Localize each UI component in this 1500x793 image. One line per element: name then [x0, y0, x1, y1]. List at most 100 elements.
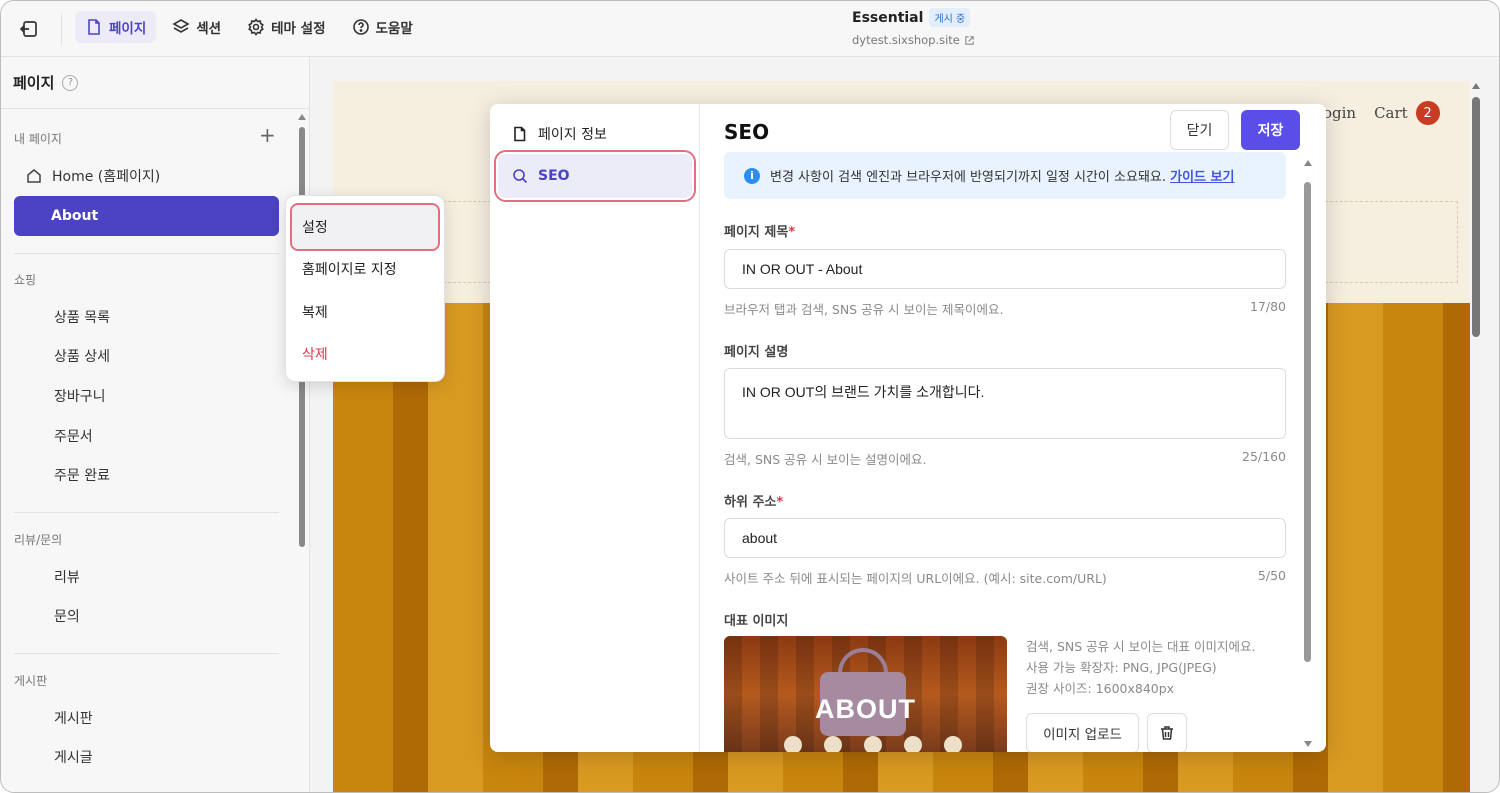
sidebar-item-label: 장바구니 — [54, 389, 106, 405]
menu-item-set-homepage[interactable]: 홈페이지로 지정 — [292, 247, 438, 291]
page-desc-input[interactable]: IN OR OUT의 브랜드 가치를 소개합니다. — [724, 368, 1286, 439]
sidebar-item-board[interactable]: 게시판 — [14, 698, 279, 738]
sidebar-item-label: 상품 목록 — [54, 310, 110, 326]
modal-nav-page-info-label: 페이지 정보 — [538, 127, 607, 143]
site-info: Essential 게시 중 dytest.sixshop.site — [852, 8, 975, 47]
sidebar-item-review[interactable]: 리뷰 — [14, 557, 279, 597]
tab-theme-settings[interactable]: 테마 설정 — [237, 11, 335, 43]
thumbnail-balls — [784, 736, 962, 752]
tab-section[interactable]: 섹션 — [162, 11, 231, 43]
tab-page-label: 페이지 — [109, 21, 147, 37]
sidebar-item-label: 게시글 — [54, 750, 93, 766]
exit-icon[interactable] — [15, 15, 43, 43]
sidebar-item-order-form[interactable]: 주문서 — [14, 416, 279, 456]
modal-scroll-down[interactable] — [1304, 741, 1312, 747]
sub-address-hint: 사이트 주소 뒤에 표시되는 페이지의 URL이에요. (예시: site.co… — [724, 571, 1107, 586]
sub-address-label-text: 하위 주소 — [724, 495, 777, 510]
external-link-icon — [965, 35, 974, 45]
help-icon[interactable]: ? — [62, 74, 79, 91]
sidebar-item-order-complete[interactable]: 주문 완료 — [14, 455, 279, 495]
info-banner: i 변경 사항이 검색 엔진과 브라우저에 반영되기까지 일정 시간이 소요돼요… — [724, 152, 1286, 199]
thumbnail-text: ABOUT — [815, 694, 916, 724]
sidebar-divider — [14, 253, 279, 254]
rep-image-info: 검색, SNS 공유 시 보이는 대표 이미지에요. 사용 가능 확장자: PN… — [1026, 636, 1256, 699]
sidebar-item-home[interactable]: Home (홈페이지) — [14, 156, 279, 196]
page-title-counter: 17/80 — [1249, 299, 1286, 314]
save-button[interactable]: 저장 — [1241, 110, 1300, 150]
review-label: 리뷰/문의 — [14, 533, 63, 547]
page-icon — [514, 126, 526, 142]
sidebar-scroll-up[interactable] — [298, 114, 306, 120]
page-context-menu: 설정 홈페이지로 지정 복제 삭제 — [285, 195, 445, 382]
seo-settings-modal: 페이지 정보 SEO SEO 닫기 저장 i 변경 사항이 검색 엔진과 브라우… — [490, 104, 1326, 752]
page-title-label-text: 페이지 제목 — [724, 225, 789, 240]
sidebar-item-about-label: About — [51, 208, 99, 224]
topbar-tabs: 페이지 섹션 테마 설정 도움말 — [75, 11, 423, 43]
cart-count-badge: 2 — [1415, 101, 1440, 125]
sidebar-item-label: 주문서 — [54, 429, 93, 445]
menu-item-settings[interactable]: 설정 — [290, 203, 440, 251]
guide-link[interactable]: 가이드 보기 — [1170, 170, 1234, 185]
required-mark: * — [788, 225, 796, 240]
status-badge: 게시 중 — [929, 8, 971, 27]
modal-nav: 페이지 정보 SEO — [490, 104, 700, 752]
topbar-divider — [61, 13, 62, 45]
page-desc-counter: 25/160 — [1242, 449, 1286, 464]
page-desc-hint: 검색, SNS 공유 시 보이는 설명이에요. — [724, 452, 927, 467]
rep-image-info-line: 검색, SNS 공유 시 보이는 대표 이미지에요. — [1026, 639, 1256, 654]
preview-scroll-up[interactable] — [1472, 83, 1480, 89]
page-title-label: 페이지 제목* — [724, 221, 795, 240]
page-title-hint: 브라우저 탭과 검색, SNS 공유 시 보이는 제목이에요. — [724, 302, 1004, 317]
preview-nav: Login Cart 2 — [1313, 101, 1440, 125]
sub-address-label: 하위 주소* — [724, 491, 783, 510]
modal-nav-seo[interactable]: SEO — [494, 150, 696, 202]
sidebar-item-product-list[interactable]: 상품 목록 — [14, 297, 279, 337]
page-sidebar: 페이지 ? 내 페이지 + Home (홈페이지) About 쇼핑 상품 목록… — [1, 57, 310, 792]
board-label: 게시판 — [14, 674, 48, 688]
tab-help[interactable]: 도움말 — [342, 11, 423, 43]
preview-scrollbar[interactable] — [1472, 97, 1480, 337]
sidebar-header: 페이지 ? — [1, 57, 309, 109]
menu-item-delete[interactable]: 삭제 — [292, 332, 438, 376]
preview-cart: Cart 2 — [1374, 101, 1440, 125]
tab-page[interactable]: 페이지 — [75, 11, 157, 43]
page-title-input[interactable]: IN OR OUT - About — [724, 249, 1286, 289]
sub-address-counter: 5/50 — [1257, 568, 1286, 583]
site-url: dytest.sixshop.site — [852, 33, 960, 47]
delete-image-button[interactable] — [1147, 713, 1187, 752]
menu-item-duplicate[interactable]: 복제 — [292, 290, 438, 334]
sidebar-item-post[interactable]: 게시글 — [14, 737, 279, 777]
shopping-label: 쇼핑 — [14, 273, 37, 287]
sidebar-item-home-label: Home (홈페이지) — [52, 169, 161, 185]
my-pages-label: 내 페이지 — [14, 132, 62, 146]
sub-address-input[interactable]: about — [724, 518, 1286, 558]
gear-icon — [248, 18, 264, 36]
sidebar-item-inquiry[interactable]: 문의 — [14, 596, 279, 636]
site-url-link[interactable]: dytest.sixshop.site — [852, 33, 975, 47]
image-upload-button[interactable]: 이미지 업로드 — [1026, 713, 1139, 752]
sidebar-item-about[interactable]: About — [14, 196, 279, 236]
tab-help-label: 도움말 — [375, 21, 413, 37]
rep-image-thumbnail: ABOUT — [724, 636, 1007, 752]
search-icon — [513, 169, 528, 184]
close-button[interactable]: 닫기 — [1170, 110, 1229, 150]
add-page-icon[interactable]: + — [259, 123, 276, 147]
modal-content: SEO 닫기 저장 i 변경 사항이 검색 엔진과 브라우저에 반영되기까지 일… — [700, 104, 1326, 752]
sidebar-item-label: 게시판 — [54, 711, 93, 727]
home-icon — [27, 169, 41, 183]
modal-nav-page-info[interactable]: 페이지 정보 — [498, 112, 692, 156]
sidebar-item-product-detail[interactable]: 상품 상세 — [14, 336, 279, 376]
modal-scrollbar[interactable] — [1304, 182, 1311, 662]
modal-scroll-up[interactable] — [1304, 160, 1312, 166]
page-icon — [88, 19, 100, 35]
sidebar-title: 페이지 — [13, 74, 55, 92]
info-icon: i — [744, 167, 760, 184]
sidebar-item-cart[interactable]: 장바구니 — [14, 376, 279, 416]
sidebar-divider — [14, 653, 279, 654]
rep-image-label: 대표 이미지 — [724, 614, 789, 629]
info-text: 변경 사항이 검색 엔진과 브라우저에 반영되기까지 일정 시간이 소요돼요. — [770, 170, 1166, 185]
preview-cart-label: Cart — [1374, 104, 1408, 122]
rep-image-info-line: 권장 사이즈: 1600x840px — [1026, 681, 1175, 696]
sidebar-item-label: 리뷰 — [54, 570, 80, 586]
site-title: Essential — [852, 9, 924, 26]
